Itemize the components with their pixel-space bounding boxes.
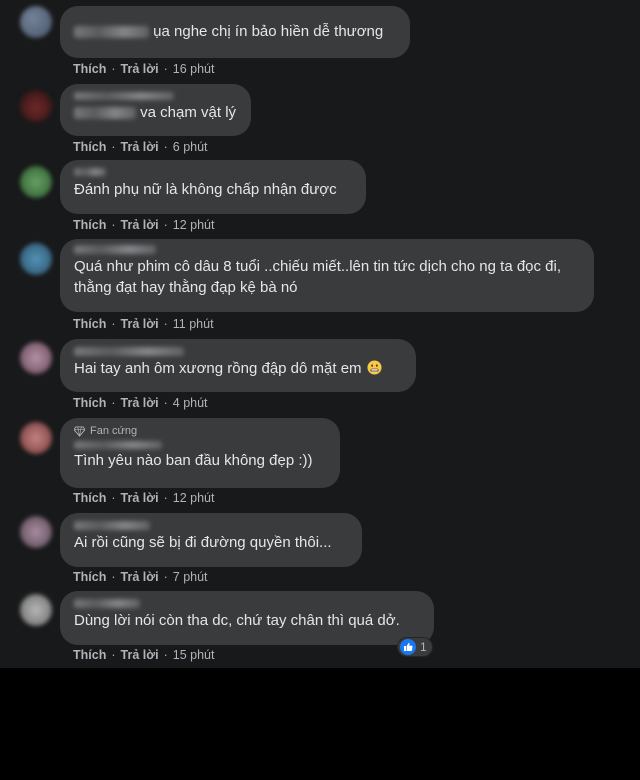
reply-link[interactable]: Trả lời [121,62,159,76]
comment-text: ụa nghe chị ín bảo hiền dễ thương [153,23,384,40]
comment-bubble: Ai rồi cũng sẽ bị đi đường quyền thôi... [60,513,362,567]
comment-actions: Thích · Trả lời · 11 phút [73,317,214,331]
like-link[interactable]: Thích [73,317,106,331]
like-link[interactable]: Thích [73,648,106,662]
comment-bubble: Hai tay anh ôm xương rồng đập dô mặt em [60,339,416,392]
commenter-name-blurred[interactable] [74,347,184,356]
reply-link[interactable]: Trả lời [121,491,159,505]
comment-text: Hai tay anh ôm xương rồng đập dô mặt em [74,360,362,377]
comment-feed: ụa nghe chị ín bảo hiền dễ thương Thích ·… [0,0,640,668]
comment-actions: Thích · Trả lời · 15 phút [73,648,215,662]
comment-time[interactable]: 11 phút [173,317,214,331]
comment-text: Tình yêu nào ban đầu không đẹp :)) [74,452,313,469]
comment-actions: Thích · Trả lời · 6 phút [73,140,208,154]
reply-link[interactable]: Trả lời [121,570,159,584]
comment-bubble: Đánh phụ nữ là không chấp nhận được [60,160,366,214]
reply-link[interactable]: Trả lời [121,140,159,154]
comment-time[interactable]: 12 phút [173,218,215,232]
comment-actions: Thích · Trả lời · 4 phút [73,396,208,410]
comment-bubble: Quá như phim cô dâu 8 tuổi ..chiếu miết.… [60,239,594,312]
comment-time[interactable]: 7 phút [173,570,208,584]
reaction-count-badge[interactable]: 1 [398,638,432,656]
like-link[interactable]: Thích [73,62,106,76]
comment-time[interactable]: 12 phút [173,491,215,505]
comment-text: Quá như phim cô dâu 8 tuổi ..chiếu miết.… [74,258,562,296]
commenter-name-blurred[interactable] [74,26,149,39]
avatar[interactable] [20,243,52,275]
comment-actions: Thích · Trả lời · 12 phút [73,218,215,232]
avatar[interactable] [20,166,52,198]
fan-badge: Fan cứng [74,425,328,437]
avatar[interactable] [20,6,52,38]
avatar[interactable] [20,516,52,548]
comment-time[interactable]: 4 phút [173,396,208,410]
commenter-name-blurred[interactable] [74,599,140,608]
comment-time[interactable]: 6 phút [173,140,208,154]
blur-fragment [74,107,136,120]
comment-bubble: ụa nghe chị ín bảo hiền dễ thương [60,6,410,58]
avatar[interactable] [20,90,52,122]
comment-text: Ai rồi cũng sẽ bị đi đường quyền thôi... [74,534,332,551]
reply-link[interactable]: Trả lời [121,396,159,410]
grimace-emoji-icon [367,360,382,375]
commenter-name-blurred[interactable] [74,92,174,100]
comment-actions: Thích · Trả lời · 12 phút [73,491,215,505]
badge-label: Fan cứng [90,425,138,437]
avatar[interactable] [20,342,52,374]
comment-text: va chạm vật lý [140,104,237,121]
diamond-icon [74,425,85,437]
like-link[interactable]: Thích [73,491,106,505]
comment-bubble: Fan cứng Tình yêu nào ban đầu không đẹp … [60,418,340,488]
comment-actions: Thích · Trả lời · 7 phút [73,570,208,584]
comment-text: Đánh phụ nữ là không chấp nhận được [74,181,337,198]
reaction-count: 1 [420,640,427,654]
comment-time[interactable]: 15 phút [173,648,215,662]
like-link[interactable]: Thích [73,396,106,410]
commenter-name-blurred[interactable] [74,168,106,176]
comment-time[interactable]: 16 phút [173,62,215,76]
reply-link[interactable]: Trả lời [121,317,159,331]
avatar[interactable] [20,594,52,626]
comment-bubble: va chạm vật lý [60,84,251,136]
like-link[interactable]: Thích [73,218,106,232]
reply-link[interactable]: Trả lời [121,648,159,662]
commenter-name-blurred[interactable] [74,441,162,449]
comment-bubble: Dùng lời nói còn tha dc, chứ tay chân th… [60,591,434,645]
like-link[interactable]: Thích [73,140,106,154]
reply-link[interactable]: Trả lời [121,218,159,232]
like-link[interactable]: Thích [73,570,106,584]
comment-text: Dùng lời nói còn tha dc, chứ tay chân th… [74,612,400,629]
like-thumb-icon [400,639,416,655]
avatar[interactable] [20,422,52,454]
commenter-name-blurred[interactable] [74,245,156,254]
commenter-name-blurred[interactable] [74,521,150,530]
comment-actions: Thích · Trả lời · 16 phút [73,62,215,76]
